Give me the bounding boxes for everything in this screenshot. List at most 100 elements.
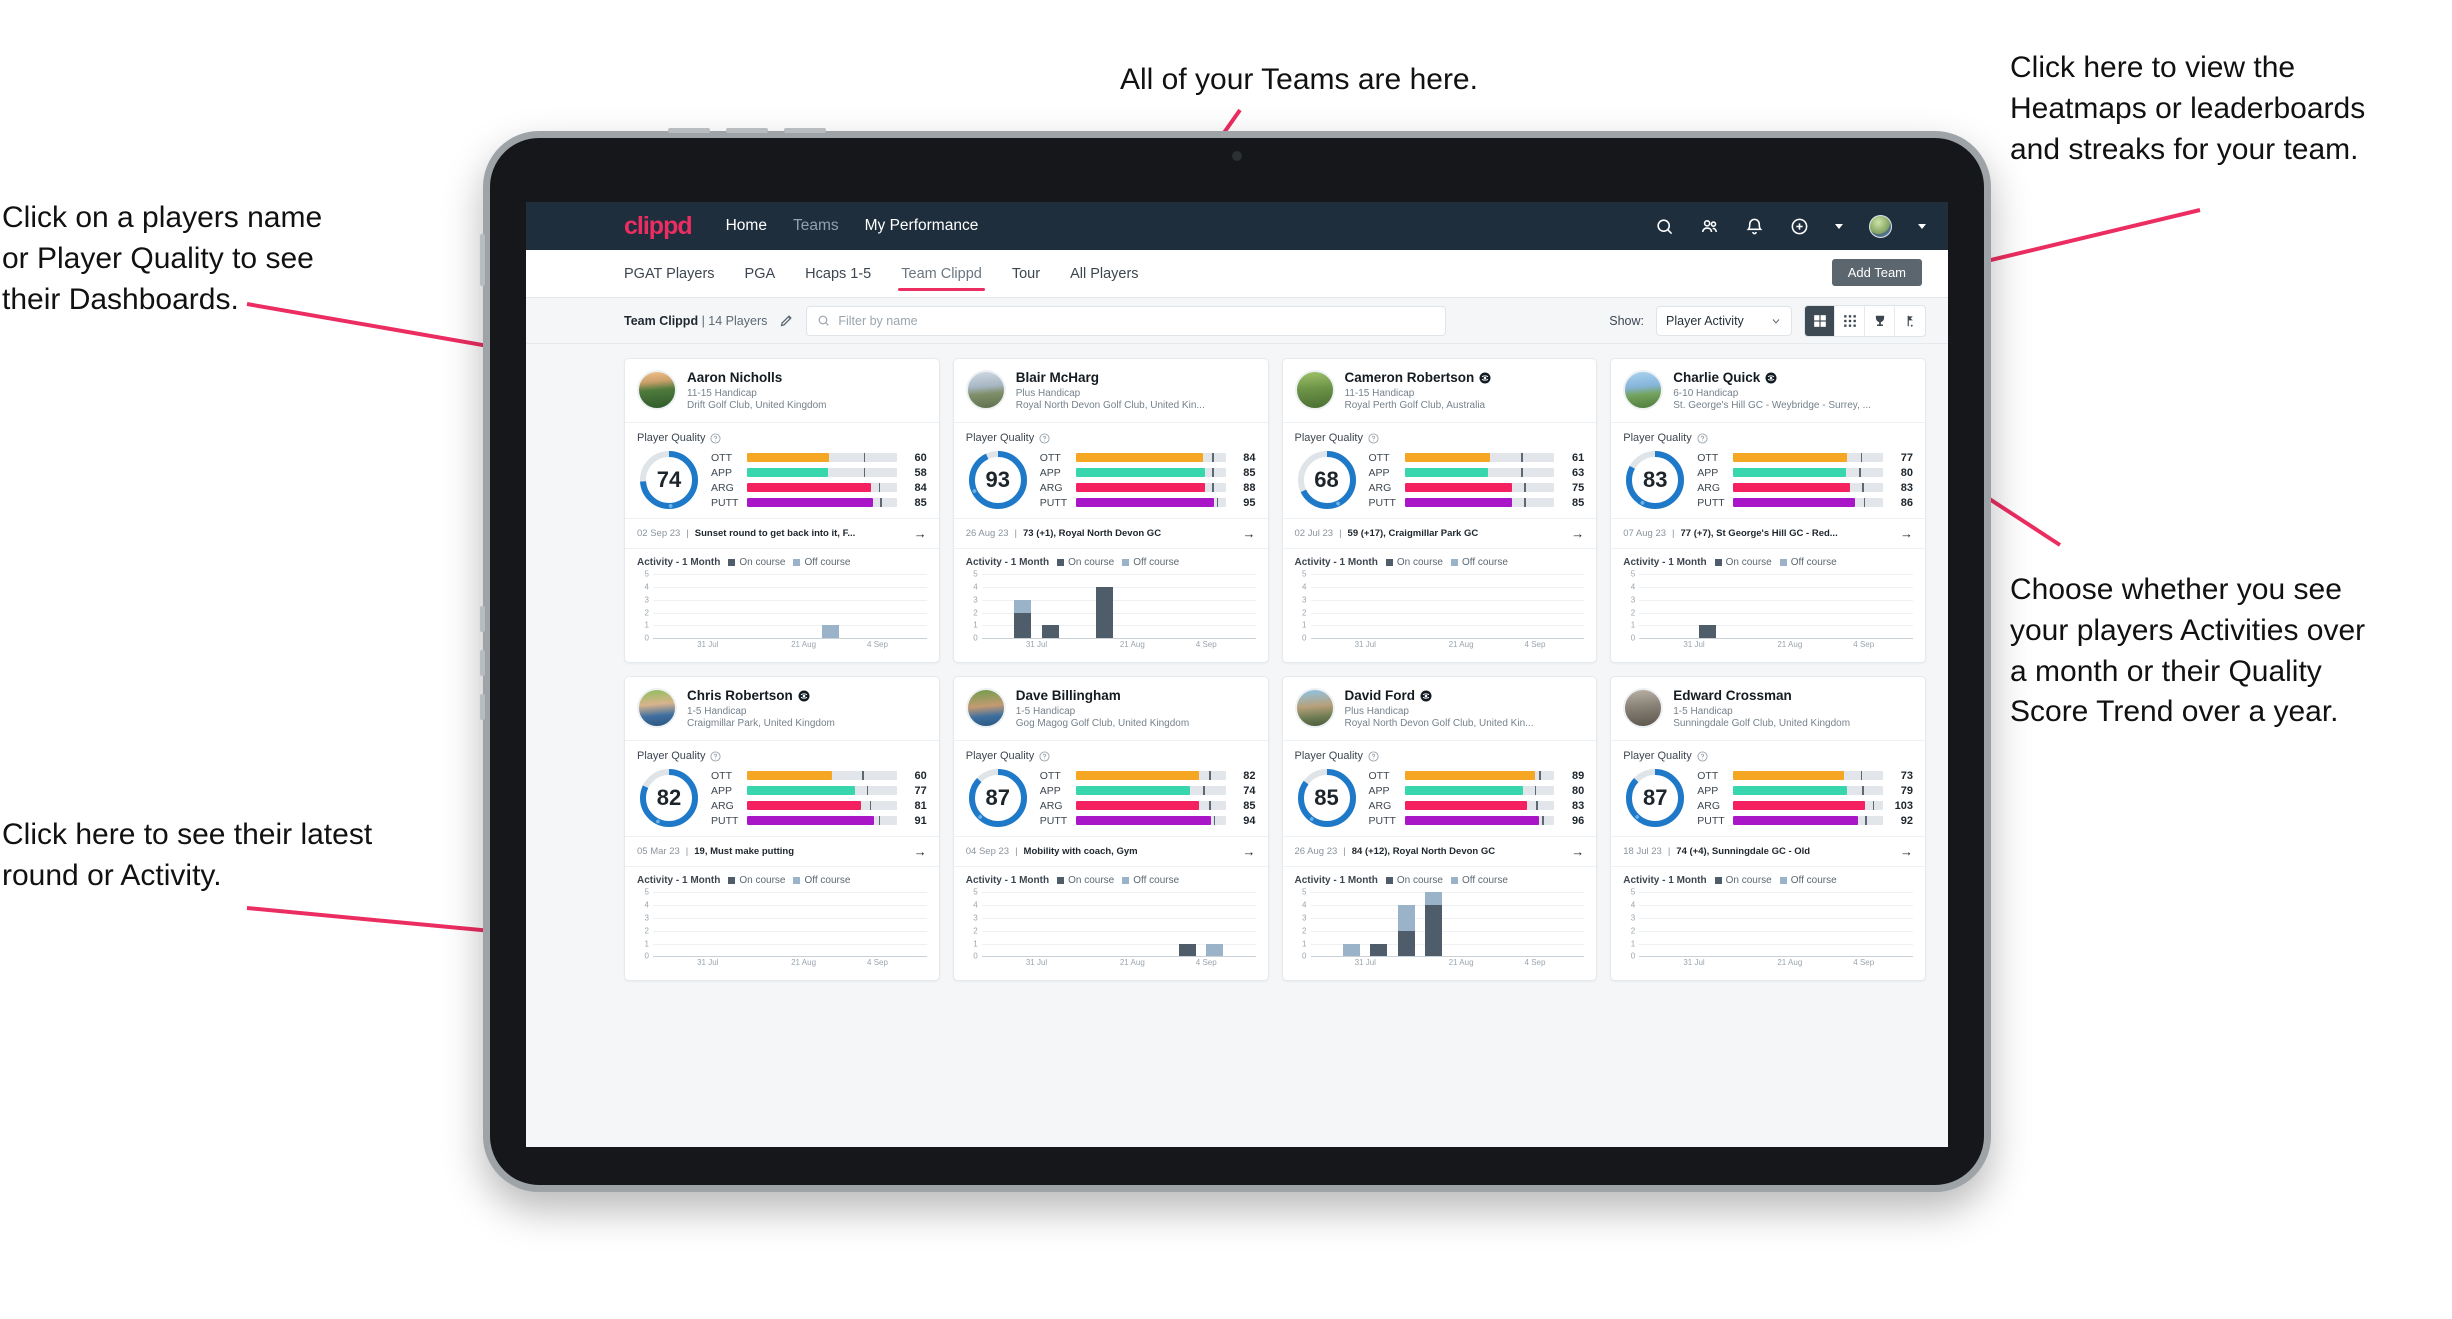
player-quality-ring[interactable]: 83: [1623, 448, 1687, 512]
metric-benchmark-tick: [1209, 771, 1211, 781]
search-input[interactable]: Filter by name: [806, 305, 1447, 336]
player-quality-section: Player Quality 68 OTT 61 APP 63 ARG 75 P…: [1283, 423, 1597, 518]
last-activity-row[interactable]: 02 Jul 23 | 59 (+17), Craigmillar Park G…: [1282, 518, 1597, 550]
player-card[interactable]: Edward Crossman 1-5 Handicap Sunningdale…: [1610, 676, 1926, 982]
player-name-link[interactable]: David Ford: [1345, 688, 1534, 704]
player-name-link[interactable]: Cameron Robertson: [1345, 370, 1492, 386]
player-card-header[interactable]: Edward Crossman 1-5 Handicap Sunningdale…: [1611, 677, 1925, 742]
nav-item-my-performance[interactable]: My Performance: [865, 217, 979, 235]
tab-hcaps-1-5[interactable]: Hcaps 1-5: [805, 250, 871, 297]
arrow-right-icon[interactable]: →: [1900, 526, 1913, 541]
arrow-right-icon[interactable]: →: [914, 526, 927, 541]
tab-all-players[interactable]: All Players: [1070, 250, 1139, 297]
last-activity-row[interactable]: 07 Aug 23 | 77 (+7), St George's Hill GC…: [1611, 518, 1925, 550]
arrow-right-icon[interactable]: →: [1243, 844, 1256, 859]
player-name-link[interactable]: Dave Billingham: [1016, 688, 1189, 704]
player-card-header[interactable]: Aaron Nicholls 11-15 Handicap Drift Golf…: [625, 359, 939, 424]
help-circle-icon[interactable]: [710, 433, 722, 444]
primary-nav: Home Teams My Performance: [726, 217, 979, 235]
tab-tour[interactable]: Tour: [1012, 250, 1040, 297]
player-card-header[interactable]: Cameron Robertson 11-15 Handicap Royal P…: [1282, 359, 1597, 424]
last-activity-row[interactable]: 04 Sep 23 | Mobility with coach, Gym →: [953, 836, 1268, 868]
arrow-right-icon[interactable]: →: [1571, 844, 1584, 859]
metric-bar-fill: [1733, 786, 1848, 796]
player-card-header[interactable]: Chris Robertson 1-5 Handicap Craigmillar…: [625, 677, 939, 742]
tab-pga[interactable]: PGA: [745, 250, 776, 297]
legend-swatch-off-course: [793, 559, 801, 567]
clippd-logo[interactable]: clippd: [624, 212, 693, 241]
tab-team-clippd[interactable]: Team Clippd: [898, 250, 985, 297]
tab-pgat-players[interactable]: PGAT Players: [624, 250, 715, 297]
player-card-header[interactable]: Blair McHarg Plus Handicap Royal North D…: [953, 359, 1268, 424]
y-axis-tick: 4: [1302, 582, 1307, 592]
last-activity-row[interactable]: 26 Aug 23 | 73 (+1), Royal North Devon G…: [953, 518, 1268, 550]
people-icon[interactable]: [1700, 217, 1719, 236]
player-quality-ring[interactable]: 85: [1295, 766, 1359, 830]
help-circle-icon[interactable]: [1368, 751, 1379, 762]
view-toggle-trophy[interactable]: [1865, 305, 1895, 336]
help-circle-icon[interactable]: [1039, 751, 1050, 762]
last-activity-row[interactable]: 05 Mar 23 | 19, Must make putting →: [625, 836, 939, 868]
player-card[interactable]: Charlie Quick 6-10 Handicap St. George's…: [1610, 358, 1926, 664]
help-circle-icon[interactable]: [710, 751, 722, 762]
bar-slot: [982, 574, 1009, 638]
player-name-link[interactable]: Charlie Quick: [1673, 370, 1871, 386]
player-card[interactable]: Aaron Nicholls 11-15 Handicap Drift Golf…: [624, 358, 940, 664]
nav-item-teams[interactable]: Teams: [793, 217, 839, 235]
player-card-header[interactable]: David Ford Plus Handicap Royal North Dev…: [1282, 677, 1597, 742]
player-name-link[interactable]: Blair McHarg: [1016, 370, 1205, 386]
player-name-link[interactable]: Chris Robertson: [687, 688, 835, 704]
plus-circle-icon[interactable]: [1790, 217, 1809, 236]
last-activity-row[interactable]: 02 Sep 23 | Sunset round to get back int…: [625, 518, 939, 550]
arrow-right-icon[interactable]: →: [1571, 526, 1584, 541]
arrow-right-icon[interactable]: →: [1900, 844, 1913, 859]
help-circle-icon[interactable]: [1697, 751, 1708, 762]
player-card[interactable]: Cameron Robertson 11-15 Handicap Royal P…: [1281, 358, 1598, 664]
verified-badge-icon: [1479, 372, 1491, 384]
metric-bar-fill: [747, 468, 828, 478]
x-axis-tick: 21 Aug: [1119, 958, 1145, 968]
player-quality-ring[interactable]: 74: [637, 448, 701, 512]
last-activity-row[interactable]: 18 Jul 23 | 74 (+4), Sunningdale GC - Ol…: [1611, 836, 1925, 868]
arrow-right-icon[interactable]: →: [914, 844, 927, 859]
chevron-down-icon-add[interactable]: [1835, 223, 1843, 229]
bar-slot: [1091, 574, 1118, 639]
x-axis-tick: 4 Sep: [867, 958, 888, 968]
player-card[interactable]: Chris Robertson 1-5 Handicap Craigmillar…: [624, 676, 940, 982]
player-card[interactable]: Dave Billingham 1-5 Handicap Gog Magog G…: [952, 676, 1269, 982]
view-toggle-flag[interactable]: [1895, 306, 1925, 336]
help-circle-icon[interactable]: [1039, 433, 1050, 444]
player-name-link[interactable]: Aaron Nicholls: [687, 370, 827, 386]
chevron-down-icon-profile[interactable]: [1918, 223, 1926, 229]
arrow-right-icon[interactable]: →: [1243, 526, 1256, 541]
player-name-link[interactable]: Edward Crossman: [1673, 688, 1850, 704]
metric-bar: [1404, 468, 1555, 478]
help-circle-icon[interactable]: [1697, 433, 1708, 444]
last-activity-row[interactable]: 26 Aug 23 | 84 (+12), Royal North Devon …: [1282, 836, 1597, 868]
bar-slot: [872, 574, 899, 638]
player-card[interactable]: Blair McHarg Plus Handicap Royal North D…: [952, 358, 1269, 664]
view-toggle-grid-dense[interactable]: [1835, 305, 1865, 336]
bell-icon[interactable]: [1745, 217, 1764, 236]
player-quality-ring[interactable]: 87: [1623, 766, 1687, 830]
pencil-icon[interactable]: [779, 313, 794, 328]
x-axis-tick: 31 Jul: [1025, 640, 1048, 650]
avatar[interactable]: [1869, 214, 1892, 238]
legend-off-course: Off course: [1450, 557, 1508, 568]
player-card-header[interactable]: Dave Billingham 1-5 Handicap Gog Magog G…: [953, 677, 1268, 742]
nav-item-home[interactable]: Home: [726, 217, 767, 235]
show-select[interactable]: Player Activity: [1656, 305, 1792, 336]
player-card-header[interactable]: Charlie Quick 6-10 Handicap St. George's…: [1611, 359, 1925, 424]
search-icon[interactable]: [1655, 217, 1674, 236]
player-quality-ring[interactable]: 93: [966, 448, 1030, 512]
metric-value: 60: [914, 769, 927, 782]
view-toggle-grid-large[interactable]: [1805, 305, 1835, 336]
player-quality-ring[interactable]: 82: [637, 766, 701, 830]
help-circle-icon[interactable]: [1368, 433, 1379, 444]
player-quality-ring[interactable]: 68: [1295, 448, 1359, 512]
player-metrics: OTT 61 APP 63 ARG 75 PUTT 85: [1369, 452, 1585, 509]
player-quality-ring[interactable]: 87: [966, 766, 1030, 830]
add-team-button[interactable]: Add Team: [1831, 259, 1922, 286]
bar-slot: [1119, 892, 1146, 956]
player-card[interactable]: David Ford Plus Handicap Royal North Dev…: [1281, 676, 1598, 982]
